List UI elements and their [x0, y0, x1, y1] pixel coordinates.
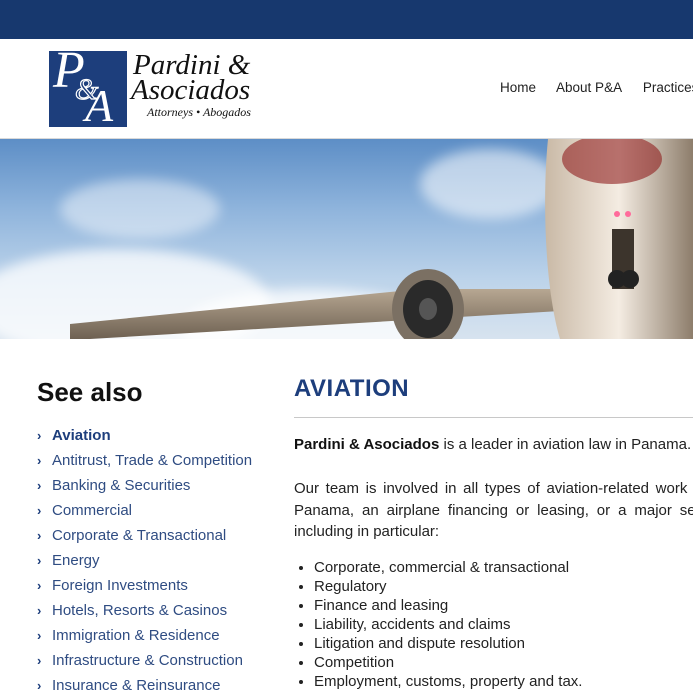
sidebar-title: See also	[37, 377, 143, 407]
sidebar-item-label: Aviation	[52, 427, 111, 444]
sidebar-item-label: Antitrust, Trade & Competition	[52, 452, 253, 469]
chevron-right-icon: ›	[37, 453, 42, 468]
sidebar-item-banking[interactable]: › Banking & Securities	[37, 473, 282, 498]
sidebar-item-energy[interactable]: › Energy	[37, 548, 282, 573]
service-item: Finance and leasing	[314, 596, 693, 615]
intro-text: Pardini & Asociados is a leader in aviat…	[294, 434, 693, 456]
sidebar-item-label: Corporate & Transactional	[52, 527, 227, 544]
chevron-right-icon: ›	[37, 653, 42, 668]
services-list: Corporate, commercial & transactional Re…	[294, 558, 693, 691]
sidebar-item-label: Energy	[52, 552, 100, 569]
chevron-right-icon: ›	[37, 428, 42, 443]
nav-about[interactable]: About P&A	[556, 80, 622, 95]
page-title: AVIATION	[294, 375, 410, 402]
sidebar-item-insurance[interactable]: › Insurance & Reinsurance	[37, 673, 282, 698]
airplane-illustration	[70, 139, 693, 339]
chevron-right-icon: ›	[37, 528, 42, 543]
sidebar-item-commercial[interactable]: › Commercial	[37, 498, 282, 523]
sidebar-item-label: Infrastructure & Construction	[52, 652, 243, 669]
hero-image	[0, 139, 693, 339]
title-divider	[294, 417, 693, 418]
logo-monogram: P & A	[49, 51, 127, 127]
sidebar-item-foreign-investments[interactable]: › Foreign Investments	[37, 573, 282, 598]
see-also-sidebar: See also › Aviation › Antitrust, Trade & C…	[37, 375, 282, 698]
logo-tagline: Attorneys • Abogados	[147, 105, 251, 119]
logo-monogram-a: A	[85, 80, 114, 128]
sidebar-item-aviation[interactable]: › Aviation	[37, 423, 282, 448]
description-paragraph: Our team is involved in all types of avi…	[294, 480, 693, 540]
service-item: Regulatory	[314, 577, 693, 596]
chevron-right-icon: ›	[37, 578, 42, 593]
sidebar-item-antitrust[interactable]: › Antitrust, Trade & Competition	[37, 448, 282, 473]
service-item: Liability, accidents and claims	[314, 615, 693, 634]
chevron-right-icon: ›	[37, 603, 42, 618]
service-item: Corporate, commercial & transactional	[314, 558, 693, 577]
sidebar-item-immigration[interactable]: › Immigration & Residence	[37, 623, 282, 648]
sidebar-item-label: Banking & Securities	[52, 477, 191, 494]
logo[interactable]: P & A Pardini & Asociados Attorneys • Ab…	[49, 51, 279, 129]
sidebar-item-label: Commercial	[52, 502, 133, 519]
chevron-right-icon: ›	[37, 628, 42, 643]
service-item: Employment, customs, property and tax.	[314, 672, 693, 691]
nav-practices[interactable]: Practices	[643, 80, 693, 95]
main-content: AVIATION Pardini & Asociados is a leader…	[294, 370, 693, 691]
main-nav: Home About P&A Practices	[500, 80, 693, 95]
chevron-right-icon: ›	[37, 553, 42, 568]
logo-name-line2: Asociados	[131, 74, 251, 106]
sidebar-item-hotels[interactable]: › Hotels, Resorts & Casinos	[37, 598, 282, 623]
service-item: Competition	[314, 653, 693, 672]
practice-list: › Aviation › Antitrust, Trade & Competitio…	[37, 423, 282, 698]
top-bar	[0, 0, 693, 39]
sidebar-item-label: Immigration & Residence	[52, 627, 220, 644]
firm-name: Pardini & Asociados	[294, 436, 440, 453]
chevron-right-icon: ›	[37, 503, 42, 518]
sidebar-item-label: Foreign Investments	[52, 577, 188, 594]
chevron-right-icon: ›	[37, 478, 42, 493]
sidebar-item-corporate[interactable]: › Corporate & Transactional	[37, 523, 282, 548]
sidebar-item-infrastructure[interactable]: › Infrastructure & Construction	[37, 648, 282, 673]
sidebar-item-label: Hotels, Resorts & Casinos	[52, 602, 228, 619]
intro-rest: is a leader in aviation law in Panama.	[439, 436, 692, 453]
service-item: Litigation and dispute resolution	[314, 634, 693, 653]
sidebar-item-label: Insurance & Reinsurance	[52, 677, 221, 694]
chevron-right-icon: ›	[37, 678, 42, 693]
nav-home[interactable]: Home	[500, 80, 536, 95]
